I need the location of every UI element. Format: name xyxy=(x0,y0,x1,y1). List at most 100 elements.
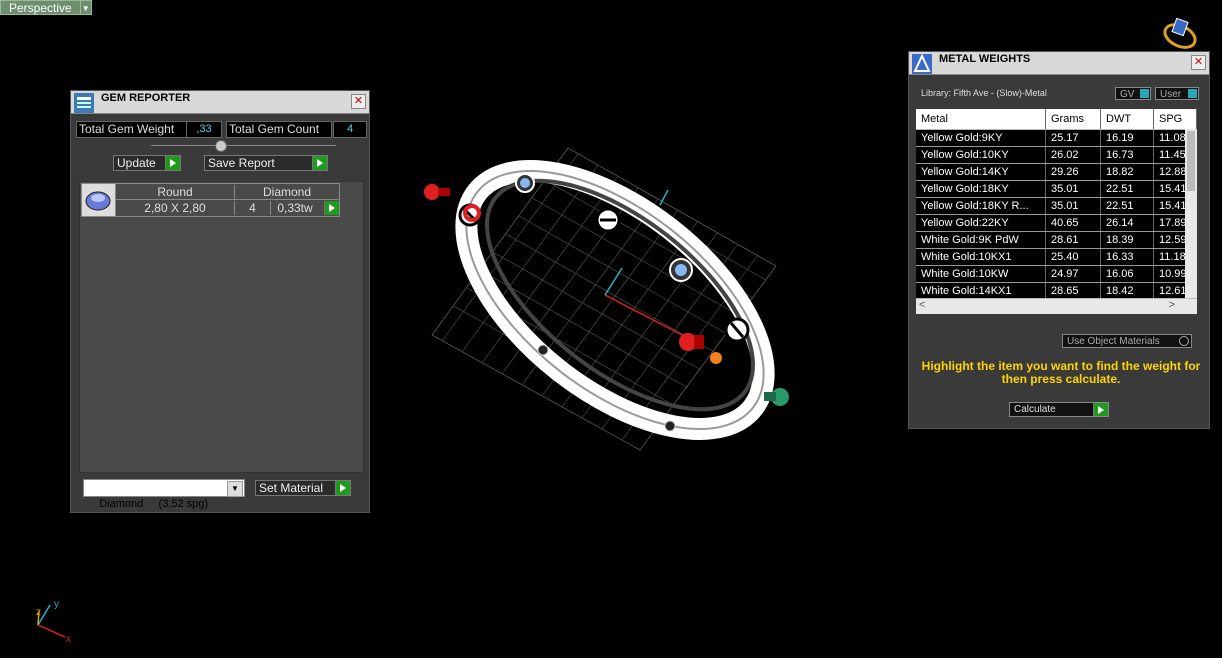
column-header[interactable]: DWT xyxy=(1101,109,1154,129)
round-diamond-icon xyxy=(85,191,111,211)
calculate-label: Calculate xyxy=(1014,404,1056,415)
gem-reporter-panel: GEM REPORTER ✕ Total Gem Weight ,33 Tota… xyxy=(70,90,370,513)
axis-x-label: x xyxy=(66,634,71,645)
table-cell: Yellow Gold:10KY xyxy=(916,147,1046,163)
report-slider[interactable] xyxy=(151,145,336,146)
table-cell: 16.06 xyxy=(1101,266,1154,282)
slider-handle[interactable] xyxy=(215,140,227,152)
viewport-tab[interactable]: Perspective ▼ xyxy=(0,0,92,15)
table-cell: 29.26 xyxy=(1046,164,1101,180)
user-toggle-indicator xyxy=(1188,89,1197,98)
save-report-button[interactable]: Save Report xyxy=(204,155,328,171)
gem-shape: Round xyxy=(116,185,235,200)
scroll-left-icon[interactable]: < xyxy=(919,299,925,311)
table-row[interactable]: Yellow Gold:10KY 26.02 16.73 11.45 xyxy=(916,147,1197,164)
table-row[interactable]: White Gold:10KW 24.97 16.06 10.99 xyxy=(916,266,1197,283)
table-row[interactable]: Yellow Gold:18KY 35.01 22.51 15.41 xyxy=(916,181,1197,198)
horizontal-scrollbar[interactable]: < > xyxy=(916,298,1197,314)
table-cell: White Gold:10KX1 xyxy=(916,249,1046,265)
gem-list-item[interactable]: Round Diamond 2,80 X 2,80 4 0,33tw xyxy=(81,183,340,217)
use-object-materials-toggle[interactable]: Use Object Materials xyxy=(1062,334,1192,348)
scroll-right-icon[interactable]: > xyxy=(1169,299,1175,311)
column-header[interactable]: Metal xyxy=(916,109,1046,129)
table-cell: 40.65 xyxy=(1046,215,1101,231)
gem-item-play-icon[interactable] xyxy=(324,201,339,215)
table-row[interactable]: Yellow Gold:22KY 40.65 26.14 17.89 xyxy=(916,215,1197,232)
user-label: User xyxy=(1160,89,1182,100)
axis-z-label: z xyxy=(36,607,41,618)
use-object-materials-radio xyxy=(1179,336,1189,346)
table-cell: 25.40 xyxy=(1046,249,1101,265)
table-row[interactable]: Yellow Gold:18KY R... 35.01 22.51 15.41 xyxy=(916,198,1197,215)
table-cell: Yellow Gold:18KY R... xyxy=(916,198,1046,214)
update-play-icon xyxy=(165,156,180,170)
total-gem-count-value: 4 xyxy=(333,121,367,138)
viewport-label[interactable]: Perspective xyxy=(0,0,81,15)
gem-list-area: Round Diamond 2,80 X 2,80 4 0,33tw xyxy=(79,181,364,473)
set-material-button[interactable]: Set Material xyxy=(255,480,351,496)
table-cell: 22.51 xyxy=(1101,181,1154,197)
gem-reporter-icon xyxy=(74,93,94,113)
table-row[interactable]: Yellow Gold:9KY 25.17 16.19 11.08 xyxy=(916,130,1197,147)
table-cell: Yellow Gold:9KY xyxy=(916,130,1046,146)
table-cell: 18.39 xyxy=(1101,232,1154,248)
set-material-play-icon xyxy=(335,481,350,495)
metal-weights-table[interactable]: Metal Grams DWT SPG Yellow Gold:9KY 25.17… xyxy=(916,109,1197,314)
column-header[interactable]: SPG xyxy=(1154,109,1197,129)
gem-thumbnail xyxy=(82,184,116,216)
set-material-label: Set Material xyxy=(259,481,324,495)
gem-reporter-title: GEM REPORTER xyxy=(101,92,191,104)
use-object-materials-label: Use Object Materials xyxy=(1067,336,1160,347)
save-report-play-icon xyxy=(312,156,327,170)
gem-size: 2,80 X 2,80 xyxy=(116,201,235,215)
table-cell: Yellow Gold:22KY xyxy=(916,215,1046,231)
table-row[interactable]: White Gold:10KX1 25.40 16.33 11.18 xyxy=(916,249,1197,266)
material-select[interactable]: Diamond (3,52 spg) ▼ xyxy=(83,479,245,510)
gv-toggle[interactable]: GV xyxy=(1115,87,1151,100)
table-row[interactable]: Yellow Gold:14KY 29.26 18.82 12.88 xyxy=(916,164,1197,181)
column-header[interactable]: Grams xyxy=(1046,109,1101,129)
ring-model-viewport xyxy=(424,147,789,451)
metal-weights-panel: METAL WEIGHTS ✕ Library: Fifth Ave - (Sl… xyxy=(908,51,1210,429)
gem-reporter-titlebar[interactable]: GEM REPORTER ✕ xyxy=(71,91,369,114)
table-cell: 26.14 xyxy=(1101,215,1154,231)
metal-weights-titlebar[interactable]: METAL WEIGHTS ✕ xyxy=(909,52,1209,75)
table-cell: 28.61 xyxy=(1046,232,1101,248)
gem-count: 4 xyxy=(235,201,271,215)
gem-reporter-close-icon[interactable]: ✕ xyxy=(351,94,366,109)
table-cell: 16.73 xyxy=(1101,147,1154,163)
table-cell: 16.19 xyxy=(1101,130,1154,146)
table-cell: 35.01 xyxy=(1046,181,1101,197)
total-gem-weight-value: ,33 xyxy=(186,121,222,138)
update-button[interactable]: Update xyxy=(113,155,181,171)
chevron-down-icon[interactable]: ▼ xyxy=(227,481,243,497)
library-label: Library: Fifth Ave - (Slow)-Metal xyxy=(921,88,1047,98)
table-header: Metal Grams DWT SPG xyxy=(916,109,1197,130)
table-cell: 26.02 xyxy=(1046,147,1101,163)
vertical-scroll-thumb[interactable] xyxy=(1187,131,1195,191)
total-gem-weight-label: Total Gem Weight xyxy=(76,121,188,138)
view-cube-icon[interactable] xyxy=(1160,16,1200,52)
save-report-label: Save Report xyxy=(208,156,275,170)
vertical-scrollbar[interactable] xyxy=(1185,129,1197,299)
metal-weights-close-icon[interactable]: ✕ xyxy=(1191,55,1206,70)
total-gem-count-label: Total Gem Count xyxy=(226,121,332,138)
update-label: Update xyxy=(117,156,156,170)
table-row[interactable]: White Gold:9K PdW 28.61 18.39 12.59 xyxy=(916,232,1197,249)
viewport-dropdown-icon[interactable]: ▼ xyxy=(80,0,92,15)
gv-toggle-indicator xyxy=(1140,89,1149,98)
table-cell: 24.97 xyxy=(1046,266,1101,282)
calculate-play-icon xyxy=(1093,403,1108,416)
table-cell: 16.33 xyxy=(1101,249,1154,265)
axis-y-label: y xyxy=(54,599,59,610)
table-body: Yellow Gold:9KY 25.17 16.19 11.08 Yellow Gol… xyxy=(916,130,1197,314)
material-select-value: Diamond (3,52 spg) xyxy=(99,498,209,510)
user-toggle[interactable]: User xyxy=(1155,87,1199,100)
table-cell: 35.01 xyxy=(1046,198,1101,214)
calculate-button[interactable]: Calculate xyxy=(1009,402,1109,417)
table-cell: 28.65 xyxy=(1046,283,1101,299)
hint-text: Highlight the item you want to find the … xyxy=(921,359,1201,386)
table-cell: 18.82 xyxy=(1101,164,1154,180)
gem-material: Diamond xyxy=(235,185,339,200)
table-cell: 22.51 xyxy=(1101,198,1154,214)
